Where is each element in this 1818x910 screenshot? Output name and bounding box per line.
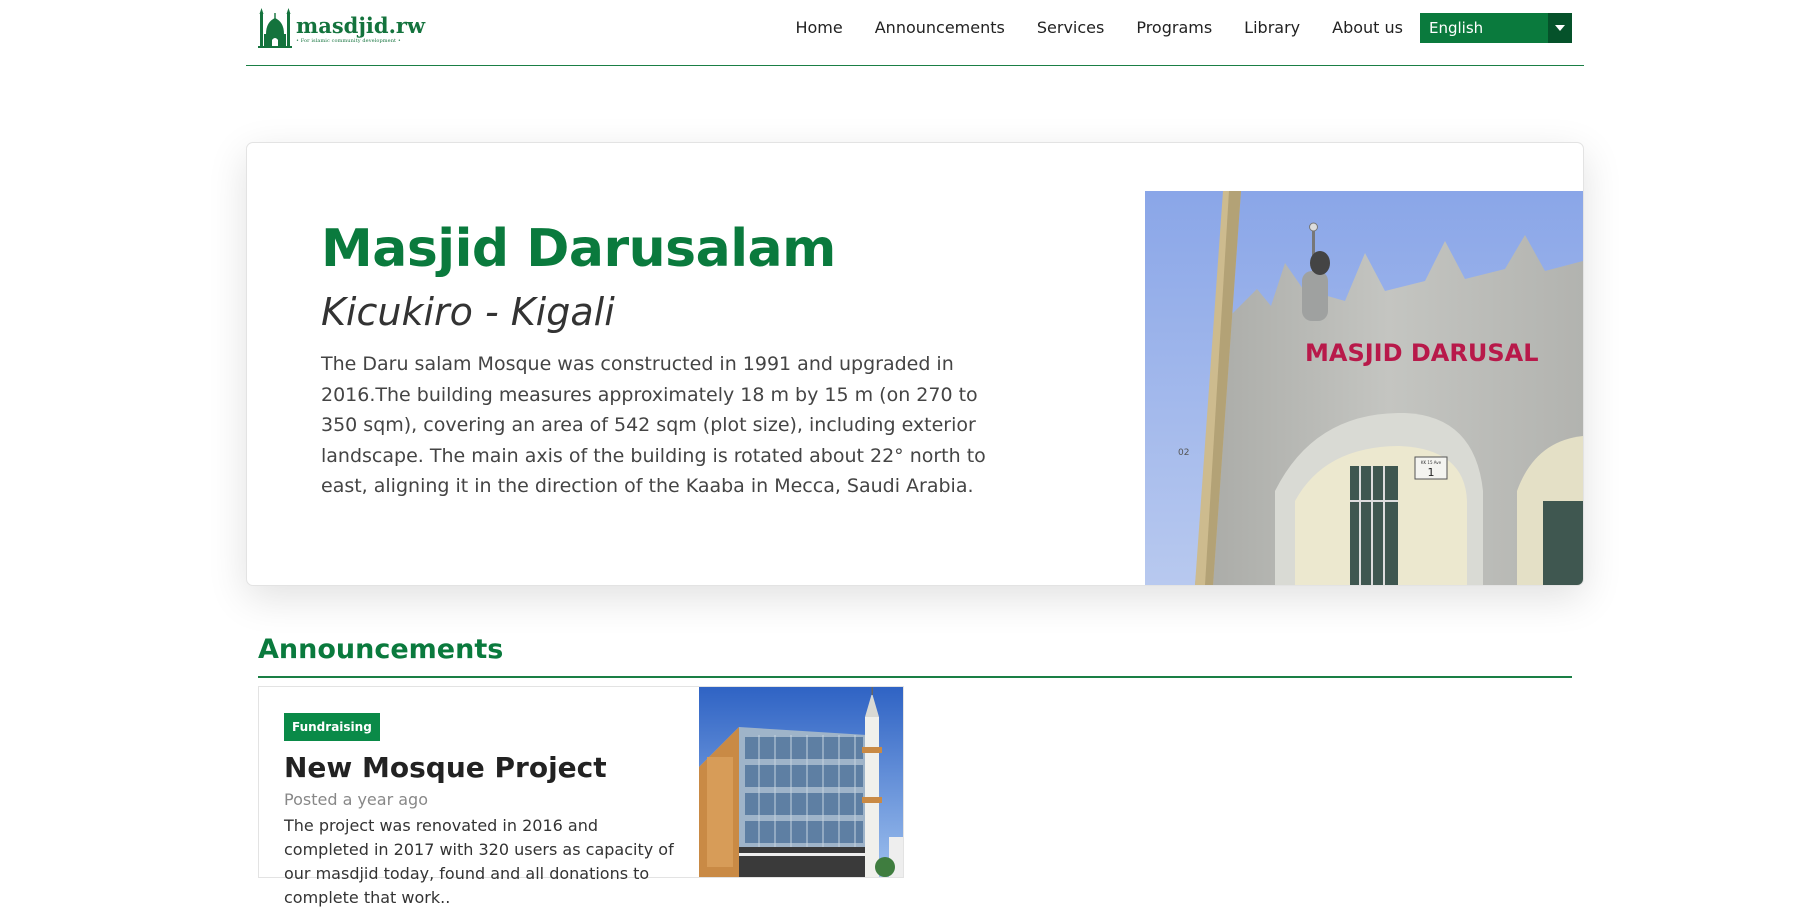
address-plate-street: KK 15 Ave	[1421, 460, 1442, 465]
new-mosque-rendering-image	[699, 687, 903, 877]
brand-tagline: • For islamic community development •	[296, 37, 401, 44]
language-select[interactable]: English	[1420, 13, 1572, 43]
chevron-down-icon	[1548, 13, 1572, 43]
nav-home[interactable]: Home	[795, 13, 842, 43]
top-navbar: masdjid.rw • For islamic community devel…	[246, 0, 1584, 66]
category-badge: Fundraising	[284, 713, 380, 741]
announcements-heading: Announcements	[258, 634, 504, 665]
brand-name: masdjid.rw	[296, 12, 426, 38]
mosque-photo: MASJID DARUSAL KK 15 Ave 1 02	[1145, 191, 1583, 585]
mosque-logo-icon	[258, 8, 292, 48]
nav-services[interactable]: Services	[1037, 13, 1104, 43]
mosque-sign-text: MASJID DARUSAL	[1305, 339, 1539, 367]
announcement-date: Posted a year ago	[284, 790, 428, 809]
nav-programs[interactable]: Programs	[1136, 13, 1212, 43]
announcement-title[interactable]: New Mosque Project	[284, 751, 607, 785]
site-logo[interactable]: masdjid.rw • For islamic community devel…	[258, 8, 425, 50]
mosque-location: Kicukiro - Kigali	[321, 290, 615, 334]
nav-about-us[interactable]: About us	[1332, 13, 1403, 43]
address-plate-number: 1	[1428, 466, 1435, 479]
announcement-card[interactable]: Fundraising New Mosque Project Posted a …	[258, 686, 904, 907]
nav-library[interactable]: Library	[1244, 13, 1300, 43]
language-selected-value: English	[1429, 19, 1484, 37]
section-divider	[258, 676, 1572, 678]
mosque-description: The Daru salam Mosque was constructed in…	[321, 353, 986, 497]
nav-announcements[interactable]: Announcements	[875, 13, 1005, 43]
mosque-hero-card: Masjid Darusalam Kicukiro - Kigali The D…	[246, 142, 1584, 586]
announcement-summary: The project was renovated in 2016 and co…	[284, 816, 674, 907]
wall-number: 02	[1178, 448, 1189, 458]
page-container: masdjid.rw • For islamic community devel…	[246, 0, 1584, 907]
mosque-title: Masjid Darusalam	[321, 219, 836, 279]
logo-text: masdjid.rw • For islamic community devel…	[296, 12, 426, 44]
main-nav: Home Announcements Services Programs Lib…	[795, 13, 1572, 43]
